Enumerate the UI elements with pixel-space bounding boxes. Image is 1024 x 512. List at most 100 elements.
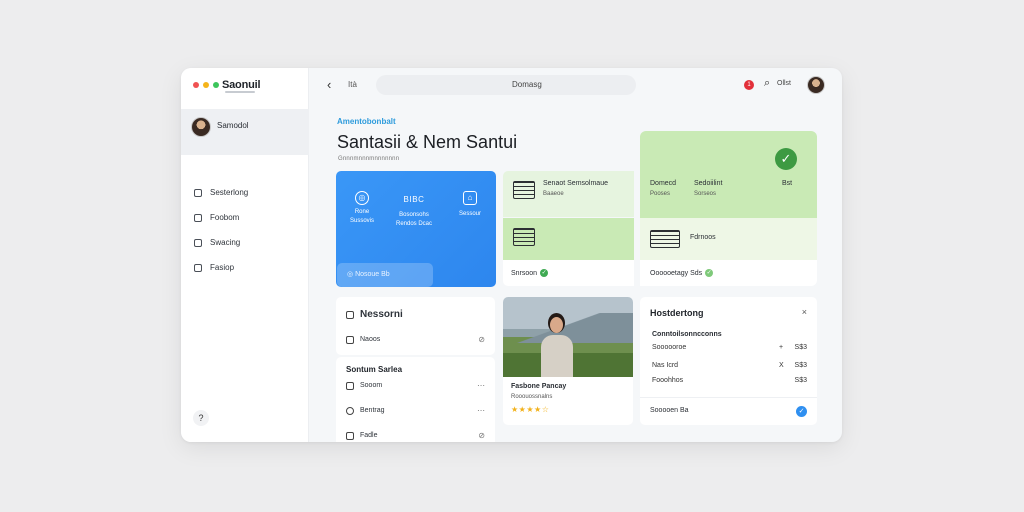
row-label: Fooohhos: [652, 377, 684, 384]
app-window: Saonuil Samodol Sesterlong Foobom Swacin…: [181, 68, 842, 442]
row-value: S$3: [794, 362, 807, 369]
more-icon[interactable]: ⋯: [477, 406, 485, 415]
blue-card-button[interactable]: ◎ Nosoue Bb: [337, 263, 433, 287]
message-icon: [346, 310, 354, 319]
summary-line: Sussovis: [349, 218, 374, 224]
contacts-card: Sontum Sarlea Sooom ⋯ Bentrag ⋯ Fadle ⊘: [336, 357, 495, 442]
sidebar-item-label: Sesterlong: [210, 188, 249, 197]
search-icon[interactable]: ⌕: [764, 77, 770, 90]
summary-line: Bosonsohs: [399, 212, 429, 218]
row-label: Soooooroe: [652, 344, 687, 351]
list-item[interactable]: Fadle ⊘: [346, 431, 485, 440]
doc-icon: [346, 431, 354, 440]
row-mark: X: [779, 362, 784, 369]
green-summary-tile[interactable]: Domecd Pooses Sedoiilint Sorseos Bst: [640, 131, 817, 218]
sidebar-item-swacing[interactable]: Swacing: [194, 230, 248, 255]
user-avatar[interactable]: [807, 76, 825, 94]
list-item[interactable]: Naoos ⊘: [346, 335, 485, 344]
settings-icon: [194, 263, 202, 272]
sidebar-item-label: Foobom: [210, 213, 240, 222]
search-bar-label: Domasg: [512, 80, 542, 89]
topbar-label[interactable]: Ollst: [777, 80, 791, 87]
messages-card: Nessorni Naoos ⊘: [336, 297, 495, 355]
status-right: Oooooetagy Sds ✓: [640, 260, 817, 286]
lock-icon: [346, 381, 354, 390]
list-item[interactable]: Sooom ⋯: [346, 381, 485, 390]
card-title: Sontum Sarlea: [346, 365, 403, 374]
history-footer[interactable]: Sooooen Ba ✓: [640, 397, 817, 425]
summary-column: ⌂ Sessour: [444, 191, 496, 217]
page-eyebrow: Amentobonbalt: [337, 117, 396, 126]
table-row: Fooohhos S$3: [652, 377, 807, 384]
footer-label: Sooooen Ba: [650, 407, 689, 414]
zoom-window-button[interactable]: [213, 82, 219, 88]
sidebar-item-foobom[interactable]: Foobom: [194, 205, 248, 230]
card-title: Hostdertong: [650, 308, 704, 318]
list-item-label: Fadle: [360, 432, 378, 439]
topbar: ‹ Ità Domasg 1 ⌕ Ollst: [310, 68, 842, 102]
page-subtitle: Gnnnmnnnmnnnnnnn: [338, 156, 400, 162]
help-icon[interactable]: ?: [193, 410, 209, 426]
close-icon[interactable]: ×: [802, 307, 807, 317]
check-icon[interactable]: ✓: [796, 406, 807, 417]
profile-photo-card[interactable]: Fasbone Pancay Rooouossnalns ★★★★☆: [503, 297, 633, 425]
check-icon: ✓: [540, 269, 549, 277]
status-left: Snrsoon ✓: [503, 260, 634, 286]
sidebar: Saonuil Samodol Sesterlong Foobom Swacin…: [181, 68, 309, 442]
table-row: Soooooroe + S$3: [652, 344, 807, 351]
profile-item[interactable]: Samodol: [181, 109, 309, 155]
row-value: S$3: [794, 377, 807, 384]
chart-icon: [194, 238, 202, 247]
row-value: S$3: [794, 344, 807, 351]
summary-line: Sessour: [458, 211, 481, 217]
sidebar-item-fasiop[interactable]: Fasiop: [194, 255, 248, 280]
back-arrow-icon[interactable]: ‹: [327, 77, 331, 92]
tile-b[interactable]: [503, 218, 634, 260]
notification-badge[interactable]: 1: [744, 80, 754, 90]
tile-a-title: Senaot Semsolmaue: [543, 180, 608, 187]
tile-a[interactable]: Senaot Semsolmaue Baaeoe: [503, 171, 634, 217]
more-icon[interactable]: ⋯: [477, 381, 485, 390]
link-icon[interactable]: ⊘: [478, 431, 485, 440]
sidebar-nav: Sesterlong Foobom Swacing Fasiop: [194, 180, 248, 280]
row-mark: +: [779, 344, 784, 351]
clock-icon: [346, 406, 354, 415]
window-controls: [193, 82, 219, 88]
summary-column: ◎ Rone Sussovis: [336, 191, 388, 224]
tab-label[interactable]: Ità: [348, 80, 357, 89]
minimize-window-button[interactable]: [203, 82, 209, 88]
tile-a-sub: Baaeoe: [543, 191, 564, 197]
profile-photo: [503, 297, 633, 377]
history-card: Hostdertong × Conntoilsonncconns Sooooor…: [640, 297, 817, 425]
calendar-icon: [513, 181, 535, 199]
app-title: Saonuil: [222, 79, 261, 91]
tile-c[interactable]: Fdrnoos: [640, 218, 817, 260]
summary-line: Rone: [354, 209, 370, 215]
blue-card-button-label: Nosoue Bb: [355, 271, 390, 278]
profile-name: Samodol: [217, 121, 249, 130]
shield-icon[interactable]: ⊘: [478, 335, 485, 344]
tile-col1-sub: Pooses: [650, 191, 671, 197]
list-item[interactable]: Bentrag ⋯: [346, 406, 485, 415]
person-role: Rooouossnalns: [511, 394, 553, 400]
page-title: Santasii & Nem Santui: [337, 132, 518, 152]
sidebar-item-label: Fasiop: [210, 263, 235, 272]
home-icon: ⌂: [463, 191, 477, 205]
tile-col1-title: Domecd: [650, 180, 677, 187]
table-row: Nas Icrd X S$3: [652, 362, 807, 369]
tile-col2-sub: Sorseos: [694, 191, 717, 197]
rating-stars: ★★★★☆: [511, 405, 550, 414]
card-title: Nessorni: [360, 309, 403, 320]
summary-head: BIBC: [403, 195, 425, 204]
search-bar[interactable]: [376, 75, 636, 95]
app-title-underline: [225, 91, 255, 93]
summary-column: BIBC Bosonsohs Rendos Dcac: [388, 195, 440, 227]
blue-summary-card[interactable]: ◎ Rone Sussovis BIBC Bosonsohs Rendos Dc…: [336, 171, 496, 287]
list-icon: [513, 228, 535, 246]
film-icon: [650, 230, 680, 248]
tile-c-label: Fdrnoos: [690, 234, 716, 241]
close-window-button[interactable]: [193, 82, 199, 88]
list-item-label: Naoos: [360, 336, 381, 343]
check-icon: ✓: [705, 269, 714, 277]
sidebar-item-sesterlong[interactable]: Sesterlong: [194, 180, 248, 205]
